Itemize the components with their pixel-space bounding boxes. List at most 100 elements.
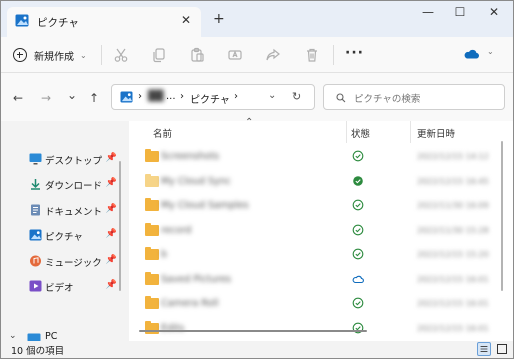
sidebar-item-music[interactable]: ミュージック 📌 (25, 252, 117, 272)
synced-check-icon (352, 150, 364, 162)
sidebar-item-desktop[interactable]: デスクトップ 📌 (25, 150, 117, 170)
details-view-icon[interactable] (477, 342, 491, 356)
file-explorer-window: ピクチャ ✕ + — ☐ ✕ 新規作成 ⌄ ··· ⌄ ← → ⌄ ↑ › ██… (0, 0, 514, 359)
tab-label: ピクチャ (37, 17, 79, 29)
table-row[interactable]: Saved Pictures 2022/12/15 16:01 (129, 268, 509, 293)
new-tab-button[interactable]: + (213, 11, 225, 27)
video-icon (29, 280, 42, 292)
pictures-icon (29, 229, 42, 241)
modified-date: 2022/11/30 15:28 (417, 225, 489, 235)
document-icon (31, 204, 40, 216)
sidebar-item-pictures[interactable]: ピクチャ 📌 (25, 226, 117, 246)
new-button[interactable]: 新規作成 ⌄ (13, 45, 87, 65)
chevron-down-icon: ⌄ (80, 50, 87, 60)
modified-date: 2022/11/30 16:09 (417, 201, 489, 210)
item-count: 10 個の項目 (11, 346, 65, 357)
sidebar-scrollbar[interactable] (119, 161, 121, 291)
pin-icon: 📌 (105, 153, 117, 163)
table-row[interactable]: record 2022/11/30 15:28 (129, 219, 509, 244)
pin-icon: 📌 (105, 204, 117, 214)
cut-icon[interactable] (113, 47, 129, 63)
tab-pictures[interactable]: ピクチャ ✕ (7, 7, 201, 37)
chevron-down-icon[interactable]: ⌄ (9, 331, 17, 341)
maximize-button[interactable]: ☐ (453, 5, 467, 19)
folder-icon (145, 198, 159, 211)
sidebar-item-label: ビデオ (45, 283, 74, 294)
horizontal-scrollbar[interactable] (139, 330, 367, 332)
synced-check-icon (352, 248, 364, 260)
folder-icon (145, 222, 159, 236)
tab-close-button[interactable]: ✕ (181, 13, 191, 27)
minimize-button[interactable]: — (421, 5, 435, 19)
status-bar: 10 個の項目 (1, 341, 513, 358)
breadcrumb-pictures[interactable]: ピクチャ (190, 91, 230, 106)
breadcrumb-ellipsis[interactable]: ... (166, 91, 176, 102)
pictures-folder-icon (120, 91, 133, 103)
sidebar-item-label: ミュージック (45, 258, 102, 269)
download-icon (31, 179, 40, 190)
column-header-status[interactable]: 状態 (351, 126, 370, 140)
new-button-label: 新規作成 (34, 51, 74, 63)
copy-icon[interactable] (151, 47, 167, 63)
column-header-name[interactable]: 名前 (153, 126, 172, 140)
pin-icon: 📌 (105, 229, 117, 239)
column-header-modified[interactable]: 更新日時 (417, 126, 455, 140)
search-box[interactable]: ピクチャの検索 (323, 84, 505, 110)
breadcrumb-separator: › (234, 91, 238, 102)
file-name: My Cloud Samples (161, 200, 249, 211)
folder-icon (145, 149, 159, 162)
add-icon (13, 48, 27, 62)
sort-ascending-icon: ⌃ (245, 117, 254, 128)
large-icons-view-icon[interactable] (495, 342, 509, 356)
sidebar-item-label: デスクトップ (45, 156, 103, 167)
table-row[interactable]: b 2022/12/15 15:20 (129, 243, 509, 268)
file-name: b (161, 249, 168, 260)
folder-icon (145, 296, 159, 309)
back-button[interactable]: ← (13, 91, 23, 105)
file-name: Camera Roll (161, 298, 219, 309)
vertical-scrollbar[interactable] (501, 141, 503, 291)
pin-icon: 📌 (105, 255, 117, 265)
paste-icon[interactable] (189, 47, 205, 63)
chevron-down-icon: ⌄ (487, 47, 494, 56)
delete-icon[interactable] (304, 47, 320, 63)
recent-locations-button[interactable]: ⌄ (67, 88, 77, 102)
column-divider[interactable] (410, 121, 411, 143)
pictures-folder-icon (15, 14, 29, 27)
forward-button[interactable]: → (41, 91, 51, 105)
sidebar-item-downloads[interactable]: ダウンロード 📌 (25, 175, 117, 195)
address-bar[interactable]: › ██ ... › ピクチャ › ⌄ ↻ (111, 84, 315, 110)
table-row[interactable]: Edits 2022/12/15 16:01 (129, 317, 509, 342)
synced-check-icon (352, 224, 364, 235)
command-bar: 新規作成 ⌄ ··· ⌄ (1, 37, 513, 73)
sidebar-item-documents[interactable]: ドキュメント 📌 (25, 201, 117, 221)
share-icon[interactable] (265, 47, 281, 63)
table-row[interactable]: My Cloud Sync 2022/12/15 16:45 (129, 170, 509, 195)
table-row[interactable]: My Cloud Samples 2022/11/30 16:09 (129, 194, 509, 219)
navigation-pane: デスクトップ 📌 ダウンロード 📌 ドキュメント 📌 ピクチャ 📌 ミュージック… (1, 121, 123, 343)
close-window-button[interactable]: ✕ (487, 5, 501, 19)
breadcrumb-user[interactable]: ██ (148, 91, 163, 102)
modified-date: 2022/12/15 14:12 (417, 152, 489, 161)
sidebar-item-videos[interactable]: ビデオ 📌 (25, 277, 117, 297)
pin-icon: 📌 (105, 280, 117, 290)
modified-date: 2022/12/15 16:01 (417, 274, 489, 284)
music-icon (30, 255, 41, 267)
onedrive-button[interactable]: ⌄ (463, 47, 494, 62)
table-row[interactable]: Camera Roll 2022/12/15 16:01 (129, 292, 509, 317)
toolbar-separator (101, 45, 102, 65)
title-bar: ピクチャ ✕ + — ☐ ✕ (1, 1, 513, 37)
more-options-button[interactable]: ··· (345, 45, 364, 61)
rename-icon[interactable] (227, 47, 243, 63)
address-row: ← → ⌄ ↑ › ██ ... › ピクチャ › ⌄ ↻ ピクチャの検索 (1, 73, 513, 121)
up-button[interactable]: ↑ (89, 91, 99, 105)
folder-icon (145, 271, 159, 285)
table-row[interactable]: Screenshots 2022/12/15 14:12 (129, 145, 509, 170)
pin-icon: 📌 (105, 178, 117, 188)
address-history-button[interactable]: ⌄ (268, 90, 276, 101)
toolbar-separator (333, 45, 334, 65)
column-divider[interactable] (346, 121, 347, 143)
folder-icon (145, 173, 159, 187)
file-name: record (161, 224, 192, 236)
refresh-button[interactable]: ↻ (292, 90, 301, 103)
